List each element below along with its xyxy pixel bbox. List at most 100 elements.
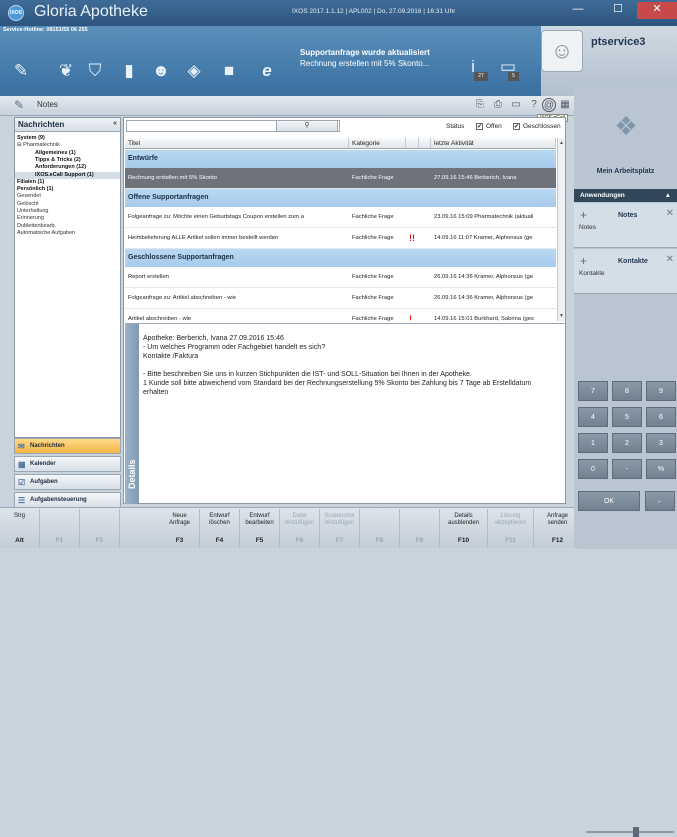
grid-group-header[interactable]: Offene Supportanfragen	[125, 189, 556, 207]
people-icon[interactable]: ☻	[150, 60, 172, 82]
folder-tree-item[interactable]: ⊟ Pharmatechnik	[15, 142, 120, 149]
column-header-activity[interactable]: letzte Aktivität	[431, 138, 556, 149]
bag-icon[interactable]: ⛉	[84, 60, 106, 82]
table-row[interactable]: Report erstellen Fachliche Frage 26.09.16 …	[125, 267, 556, 288]
table-row[interactable]: Heimbelieferung ALLE Artikel sollen imme…	[125, 228, 556, 249]
numpad-key[interactable]: 8	[612, 381, 642, 401]
collapse-apps-icon[interactable]: ▲	[665, 192, 671, 199]
folder-tree-item[interactable]: IXOS.eCall Support (1)	[15, 171, 120, 179]
handshake-icon[interactable]: ❦	[55, 60, 77, 82]
fkey-f9[interactable]: F9	[400, 509, 440, 548]
fkey-f3[interactable]: Neue Anfrage F3	[160, 509, 200, 548]
fkey-f6[interactable]: Datei hinzufügen F6	[280, 509, 320, 548]
cell-activity: 14.09.16 15:01 Burkhard, Sabrina (ges	[434, 316, 534, 321]
fkey-f8[interactable]: F8	[360, 509, 400, 548]
fkey-f2[interactable]: F2	[80, 509, 120, 548]
nav-aufgaben[interactable]: ☑ Aufgaben	[14, 474, 121, 490]
plus-icon[interactable]: +	[580, 208, 587, 222]
grid-scrollbar[interactable]: ▲ ▼	[557, 138, 565, 321]
fkey-f10[interactable]: Details ausblenden F10	[440, 509, 488, 548]
fkey-f1[interactable]: F1	[40, 509, 80, 548]
zoom-slider-thumb[interactable]	[633, 827, 639, 837]
avatar-icon[interactable]: ☺	[541, 30, 583, 72]
folder-tree-item[interactable]: Gesendet	[15, 193, 120, 200]
request-grid: Titel Kategorie letzte Aktivität Entwürf…	[125, 138, 556, 321]
search-button[interactable]: ⚲	[276, 120, 338, 132]
notification-text[interactable]: Rechnung erstellen mit 5% Skonto...	[300, 59, 429, 68]
folder-tree-item[interactable]: Filialen (1)	[15, 179, 120, 186]
minimize-button[interactable]: —	[558, 2, 598, 19]
export-icon[interactable]: ⎘	[473, 98, 487, 112]
calculator-icon[interactable]: ▦	[558, 98, 572, 112]
nav-nachrichten[interactable]: ✉ Nachrichten	[14, 438, 121, 454]
folder-tree-item[interactable]: Anforderungen (12)	[15, 164, 120, 171]
collapse-panel-button[interactable]: «	[113, 120, 117, 127]
backspace-button[interactable]: ←	[645, 491, 675, 511]
folder-tree-item[interactable]: Tipps & Tricks (2)	[15, 157, 120, 164]
closed-checkbox[interactable]: ✔	[513, 123, 520, 130]
print-icon[interactable]: ⎙	[491, 98, 505, 112]
pill-icon[interactable]: ✎	[10, 60, 32, 82]
numpad-key[interactable]: 0	[578, 459, 608, 479]
table-row[interactable]: Folgeanfrage zu: Artikel abschreiben - w…	[125, 288, 556, 309]
fkey-f11[interactable]: Lösung akzeptieren F11	[488, 509, 534, 548]
numpad-key[interactable]: -	[612, 459, 642, 479]
apps-header[interactable]: Anwendungen ▲	[574, 189, 677, 202]
cell-category: Fachliche Frage	[352, 235, 394, 241]
column-header-attachment[interactable]	[419, 138, 431, 149]
folder-tree-item[interactable]: Unterhaltung	[15, 208, 120, 215]
cell-priority: !!	[409, 233, 415, 243]
app-kontakte[interactable]: + Kontakte Kontakte ✕	[574, 249, 677, 294]
folder-tree-item[interactable]: Dublettenbearb.	[15, 223, 120, 230]
app-notes[interactable]: + Notes Notes ✕	[574, 203, 677, 248]
numpad-key[interactable]: 6	[646, 407, 676, 427]
notification-title[interactable]: Supportanfrage wurde aktualisiert	[300, 48, 430, 57]
folder-tree-item[interactable]: Automatische Aufgaben	[15, 230, 120, 237]
folder-tree-item[interactable]: Erinnerung	[15, 215, 120, 222]
box-icon[interactable]: ■	[218, 60, 240, 82]
column-header-title[interactable]: Titel	[125, 138, 349, 149]
fkey-f5[interactable]: Entwurf bearbeiten F5	[240, 509, 280, 548]
plus-icon[interactable]: +	[580, 254, 587, 268]
table-row[interactable]: Rechnung erstellen mit 5% Skonto Fachlich…	[125, 168, 556, 189]
open-checkbox[interactable]: ✔	[476, 123, 483, 130]
maximize-button[interactable]: ☐	[598, 2, 638, 19]
table-row[interactable]: Folgeanfrage zu: Möchte einen Geburtstag…	[125, 207, 556, 228]
numpad-key[interactable]: 1	[578, 433, 608, 453]
grid-group-header[interactable]: Geschlossene Supportanfragen	[125, 249, 556, 267]
grid-group-header[interactable]: Entwürfe	[125, 150, 556, 168]
numpad-key[interactable]: 9	[646, 381, 676, 401]
folder-tree-item[interactable]: Persönlich (1)	[15, 186, 120, 193]
nav-kalender[interactable]: ▦ Kalender	[14, 456, 121, 472]
fkey-f7[interactable]: Screenshot hinzufügen F7	[320, 509, 360, 548]
fkey-alt[interactable]: Strg Alt	[0, 509, 40, 548]
folder-tree-item[interactable]: System (9)	[15, 135, 120, 142]
numpad-key[interactable]: 2	[612, 433, 642, 453]
numpad-key[interactable]: 3	[646, 433, 676, 453]
column-header-category[interactable]: Kategorie	[349, 138, 406, 149]
table-row[interactable]: Artikel abschreiben - wie Fachliche Frage…	[125, 309, 556, 321]
column-header-priority[interactable]	[406, 138, 419, 149]
internet-icon[interactable]: e	[256, 60, 278, 82]
monitor-icon[interactable]: ▭	[509, 98, 523, 112]
ecall-icon[interactable]: @	[542, 98, 556, 112]
help-icon[interactable]: ?	[527, 98, 541, 112]
ok-button[interactable]: OK	[578, 491, 640, 511]
numpad-key[interactable]: 7	[578, 381, 608, 401]
close-window-button[interactable]: ✕	[637, 2, 677, 19]
details-tab[interactable]: Details	[125, 324, 139, 504]
numpad-key[interactable]: 4	[578, 407, 608, 427]
scroll-down-icon[interactable]: ▼	[559, 313, 564, 319]
bottle-icon[interactable]: ▮	[118, 60, 140, 82]
folder-tree-item[interactable]: Allgemeines (1)	[15, 150, 120, 157]
nav-aufgabensteuerung[interactable]: ☰ Aufgabensteuerung	[14, 492, 121, 508]
boxes-icon[interactable]: ◈	[183, 60, 205, 82]
close-icon[interactable]: ✕	[666, 254, 674, 265]
fkey-f4[interactable]: Entwurf löschen F4	[200, 509, 240, 548]
numpad-key[interactable]: 5	[612, 407, 642, 427]
scroll-up-icon[interactable]: ▲	[559, 140, 564, 146]
numpad-key[interactable]: %	[646, 459, 676, 479]
zoom-slider[interactable]	[586, 831, 674, 833]
close-icon[interactable]: ✕	[666, 208, 674, 219]
folder-tree-item[interactable]: Gelöscht	[15, 201, 120, 208]
